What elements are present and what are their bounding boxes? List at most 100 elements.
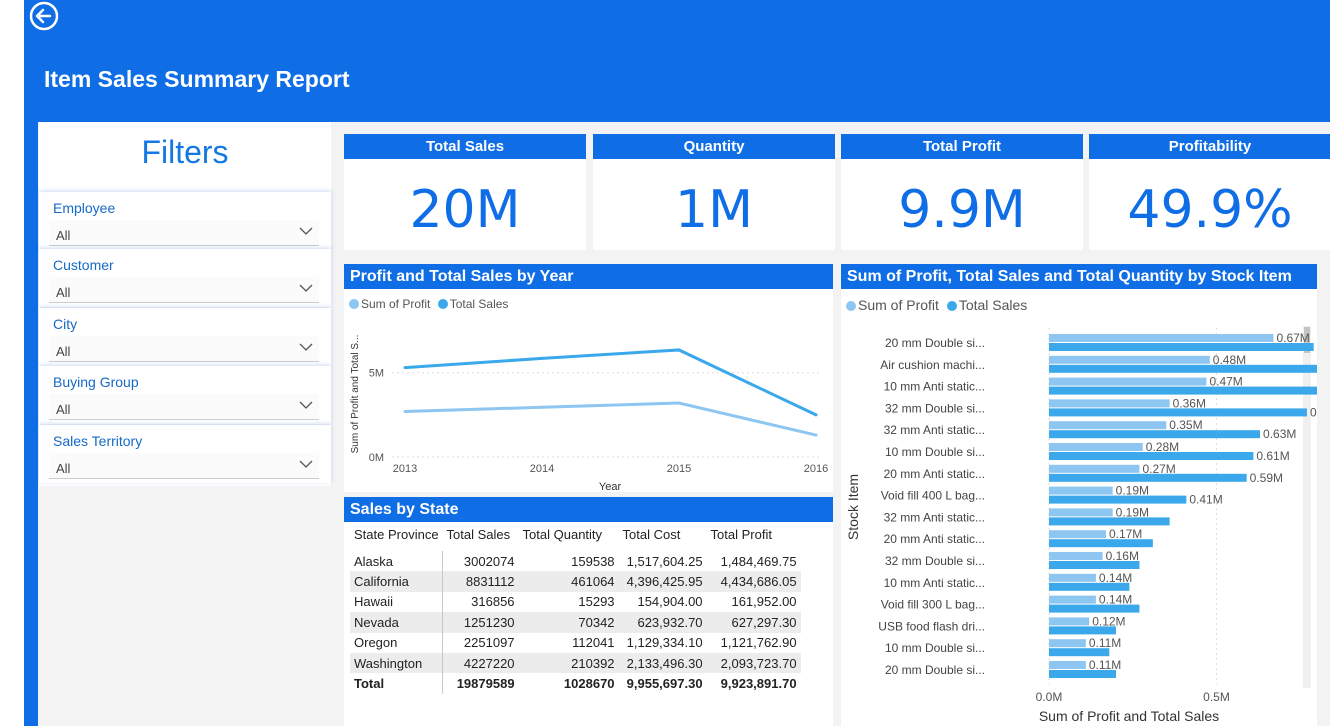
line-chart-panel: Profit and Total Sales by Year Sum of Pr… — [344, 264, 833, 492]
data-point[interactable] — [540, 405, 544, 409]
data-label: 0.41M — [1189, 493, 1222, 507]
column-header[interactable]: Total Profit — [707, 527, 801, 551]
slicer-value: All — [56, 344, 71, 359]
bar-total-sales[interactable] — [1049, 386, 1317, 395]
table-cell: 4227220 — [442, 652, 519, 674]
bar-total-sales[interactable] — [1049, 582, 1130, 591]
bar-profit[interactable] — [1049, 464, 1140, 473]
slicer-label: Customer — [53, 257, 114, 273]
bar-chart[interactable]: 0.0M0.5M1.0M20 mm Double si...0.67MAir c… — [841, 264, 1317, 726]
slicer-dropdown[interactable]: All — [49, 453, 319, 479]
chevron-down-icon — [299, 343, 313, 351]
bar-total-sales[interactable] — [1049, 430, 1261, 439]
bar-total-sales[interactable] — [1049, 517, 1170, 526]
data-label: 0.14M — [1099, 571, 1132, 585]
slicer-employee: Employee All — [39, 192, 331, 250]
table-cell: Nevada — [350, 612, 444, 633]
column-header[interactable]: Total Quantity — [519, 527, 619, 551]
bar-total-sales[interactable] — [1049, 604, 1140, 613]
category-label: 10 mm Anti static... — [884, 576, 985, 590]
bar-total-sales[interactable] — [1049, 539, 1153, 548]
bar-total-sales[interactable] — [1049, 561, 1140, 569]
data-label: 0.28M — [1146, 440, 1179, 454]
bar-total-sales[interactable] — [1049, 670, 1116, 678]
bar-profit[interactable] — [1049, 399, 1170, 408]
bar-profit[interactable] — [1049, 617, 1090, 626]
y-axis-label: Stock Item — [845, 474, 861, 540]
column-header[interactable]: State Province — [350, 527, 443, 551]
report-header — [24, 0, 1330, 122]
slicer-dropdown[interactable]: All — [49, 394, 319, 420]
table-cell: 3002074 — [463, 553, 515, 569]
bar-profit[interactable] — [1049, 508, 1113, 517]
slicer-dropdown[interactable]: All — [49, 220, 319, 246]
bar-profit[interactable] — [1049, 661, 1086, 669]
data-point[interactable] — [814, 413, 818, 417]
bar-total-sales[interactable] — [1049, 648, 1110, 657]
bar-profit[interactable] — [1049, 377, 1207, 386]
bar-total-sales[interactable] — [1049, 408, 1307, 417]
data-label: 0.35M — [1169, 418, 1202, 432]
category-label: 10 mm Anti static... — [884, 380, 985, 394]
data-point[interactable] — [814, 433, 818, 437]
kpi-value: 49.9% — [1127, 180, 1293, 240]
bar-profit[interactable] — [1049, 552, 1103, 560]
data-label: 0.77M — [1310, 405, 1317, 419]
kpi-label: Quantity — [593, 134, 835, 159]
bar-profit[interactable] — [1049, 530, 1106, 539]
table-cell: 2,133,496.30 — [618, 652, 707, 674]
data-point[interactable] — [403, 366, 407, 370]
bar-profit[interactable] — [1049, 595, 1096, 604]
table-row: California 8831112 461064 4,396,425.95 4,434… — [350, 571, 801, 592]
table-cell: California — [350, 571, 444, 592]
data-point[interactable] — [403, 409, 407, 413]
bar-profit[interactable] — [1049, 486, 1113, 495]
table-cell: 461064 — [518, 571, 619, 592]
bar-profit[interactable] — [1049, 421, 1167, 430]
slicer-dropdown[interactable]: All — [49, 336, 319, 362]
page-title: Item Sales Summary Report — [44, 66, 350, 92]
slicer-label: City — [53, 316, 78, 332]
table-cell: 623,932.70 — [618, 612, 707, 633]
series-line-profit[interactable] — [404, 401, 817, 437]
scrollbar-track[interactable] — [1303, 326, 1311, 688]
bar-profit[interactable] — [1049, 334, 1274, 342]
bar-profit[interactable] — [1049, 443, 1143, 451]
table-total-cell: 1028670 — [563, 676, 615, 692]
bar-profit[interactable] — [1049, 355, 1210, 364]
data-point[interactable] — [677, 401, 681, 405]
bar-total-sales[interactable] — [1049, 495, 1187, 504]
data-point[interactable] — [540, 356, 544, 360]
y-tick-label: 5M — [369, 368, 384, 380]
table-row: Alaska 3002074 159538 1,517,604.25 1,484,469… — [350, 551, 801, 572]
bar-profit[interactable] — [1049, 639, 1086, 648]
data-label: 0.63M — [1263, 427, 1296, 441]
slicer-label: Buying Group — [53, 374, 139, 390]
table-row: Washington 4227220 210392 2,133,496.30 2,093… — [350, 652, 801, 674]
data-label: 0.19M — [1116, 505, 1149, 519]
data-label: 0.48M — [1213, 353, 1246, 367]
table-cell: 70342 — [518, 612, 619, 633]
slicer-dropdown[interactable]: All — [49, 277, 319, 303]
back-arrow-icon[interactable] — [28, 0, 60, 32]
data-label: 0.14M — [1099, 593, 1132, 607]
line-chart[interactable]: 0M 5M 2013 2014 2015 2016 Year Sum of Profit an… — [344, 264, 833, 492]
table-cell: 1251230 — [442, 612, 519, 633]
category-label: 10 mm Double si... — [885, 445, 985, 459]
data-point[interactable] — [677, 348, 681, 352]
slicer-value: All — [56, 402, 71, 417]
bar-profit[interactable] — [1049, 573, 1096, 582]
x-tick-label: 2015 — [667, 463, 691, 475]
column-header[interactable]: Total Sales — [443, 527, 519, 551]
bar-total-sales[interactable] — [1049, 626, 1116, 635]
slicer-buying-group: Buying Group All — [39, 366, 331, 424]
bar-total-sales[interactable] — [1049, 364, 1317, 373]
slicer-sales-territory: Sales Territory All — [39, 425, 331, 483]
column-header[interactable]: Total Cost — [619, 527, 707, 551]
bar-total-sales[interactable] — [1049, 473, 1247, 482]
bar-total-sales[interactable] — [1049, 452, 1254, 460]
table-cell: 8831112 — [442, 571, 519, 592]
kpi-label: Total Sales — [344, 134, 586, 159]
bar-total-sales[interactable] — [1049, 343, 1314, 351]
data-label: 0.59M — [1250, 471, 1283, 485]
